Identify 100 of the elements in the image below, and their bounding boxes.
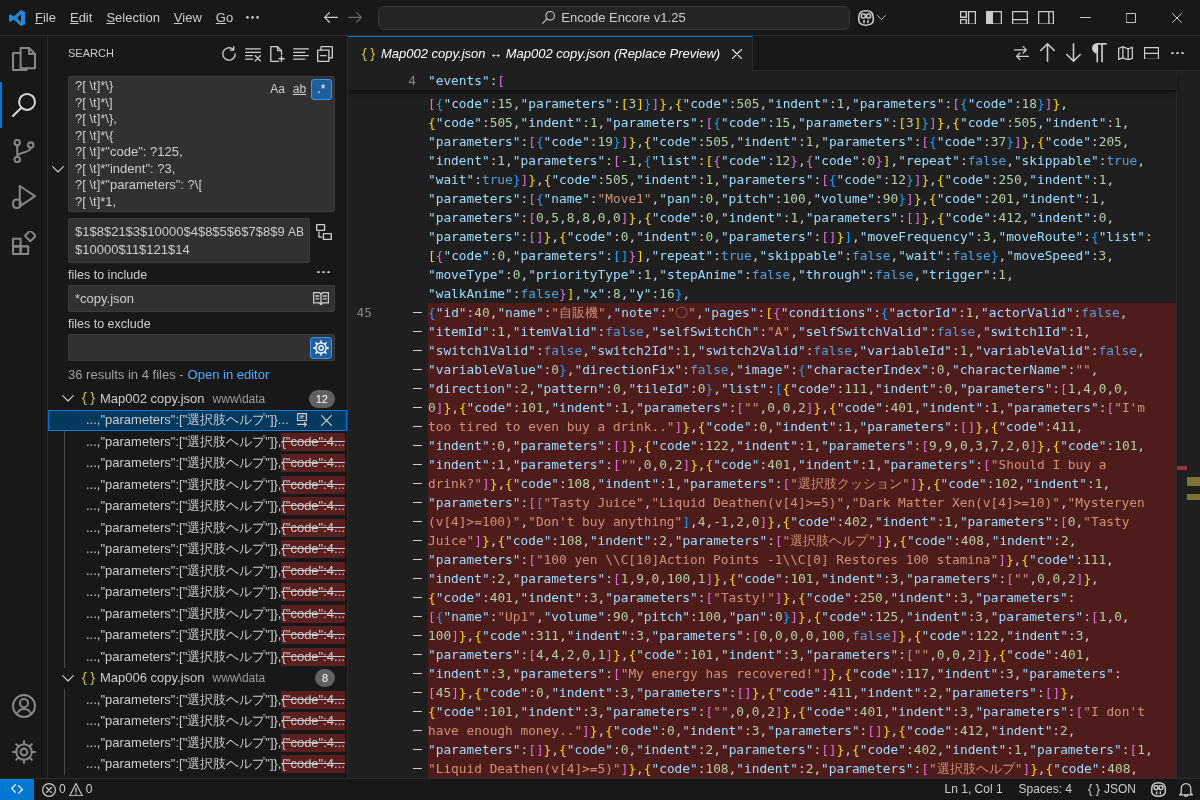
search-result[interactable]: ...,"parameters":["選択肢ヘルプ"]},{"code":4... bbox=[48, 624, 347, 646]
lines-icon[interactable] bbox=[293, 45, 309, 62]
stacked-squares-minus-icon[interactable] bbox=[317, 45, 333, 62]
language-mode-button[interactable]: JSON bbox=[1080, 779, 1144, 800]
warning-triangle-icon[interactable] bbox=[68, 782, 83, 797]
app-logo-icon bbox=[9, 9, 25, 26]
more-icon[interactable] bbox=[1170, 51, 1184, 55]
x-circle-icon[interactable] bbox=[42, 782, 56, 797]
lines-with-x-icon[interactable] bbox=[245, 45, 261, 62]
search-field[interactable]: ?[ \t]*\} ?[ \t]*\] ?[ \t]*\}, ?[ \t]*\{ ?[ \t]*"code": ?125, ?[ \t]*"indent": ?3, ?[ \t]*"parameters": ?\[ ?[ \t]*1, Aa ab .* bbox=[68, 76, 335, 212]
indentation-button[interactable]: Spaces: 4 bbox=[1010, 779, 1080, 800]
bottom-split-panel-icon[interactable] bbox=[1012, 10, 1028, 25]
dash-icon bbox=[413, 521, 422, 522]
file-name[interactable]: Map006 copy.json bbox=[100, 669, 205, 687]
swap-arrows-icon[interactable] bbox=[1013, 45, 1029, 61]
braces-icon bbox=[362, 47, 375, 61]
search-result[interactable]: ...,"parameters":["選択肢ヘルプ"]}... bbox=[48, 409, 347, 431]
robot-face-icon[interactable] bbox=[858, 9, 874, 26]
menu-item[interactable]: Selection bbox=[99, 7, 167, 28]
dash-icon bbox=[413, 445, 422, 446]
search-result[interactable]: ...,"parameters":["選択肢ヘルプ"]},{"code":4... bbox=[48, 431, 347, 453]
code-line: "indent":1,"parameters":[-1,{"list":[{"code":12},{"code":0}],"repeat":false,"skippable":true, bbox=[428, 152, 1146, 170]
dash-icon bbox=[413, 483, 422, 484]
dash-icon bbox=[413, 331, 422, 332]
search-result[interactable]: ...,"parameters":["選択肢ヘルプ"]},{"code":4... bbox=[48, 710, 347, 732]
dash-icon bbox=[413, 749, 422, 750]
dash-icon bbox=[413, 711, 422, 712]
regex-button[interactable]: .* bbox=[311, 79, 332, 100]
braces-icon bbox=[82, 671, 95, 685]
exclude-settings-toggle[interactable] bbox=[310, 336, 332, 359]
dash-icon bbox=[413, 312, 422, 313]
bell-icon[interactable] bbox=[1179, 782, 1193, 797]
search-result[interactable]: ...,"parameters":["選択肢ヘルプ"]},{"code":4... bbox=[48, 646, 347, 668]
match-case-button[interactable]: Aa bbox=[267, 79, 288, 100]
match-count-badge: 8 bbox=[314, 669, 335, 688]
search-result[interactable]: ...,"parameters":["選択肢ヘルプ"]},{"code":4... bbox=[48, 753, 347, 775]
search-result[interactable]: ...,"parameters":["選択肢ヘルプ"]},{"code":4... bbox=[48, 452, 347, 474]
editor-tab[interactable]: Map002 copy.json ↔ Map002 copy.json (Replace Preview) bbox=[348, 36, 754, 71]
settings-icon[interactable] bbox=[11, 740, 36, 764]
chevron-down-icon[interactable] bbox=[62, 674, 74, 682]
search-result[interactable]: ...,"parameters":["選択肢ヘルプ"]},{"code":4... bbox=[48, 538, 347, 560]
search-result[interactable]: ...,"parameters":["選択肢ヘルプ"]},{"code":4... bbox=[48, 517, 347, 539]
cursor-position[interactable]: Ln 1, Col 1 bbox=[936, 779, 1011, 800]
remote-button[interactable] bbox=[0, 779, 34, 800]
search-result[interactable]: ...,"parameters":["選択肢ヘルプ"]},{"code":4... bbox=[48, 581, 347, 603]
chevron-down-icon[interactable] bbox=[62, 395, 74, 403]
warning-count[interactable]: 0 bbox=[85, 781, 93, 798]
more-icon[interactable] bbox=[245, 16, 259, 19]
chevron-down-icon[interactable] bbox=[877, 15, 886, 20]
arrow-right-icon[interactable] bbox=[348, 12, 362, 23]
menu-item[interactable]: View bbox=[166, 7, 209, 28]
arrow-down-icon[interactable] bbox=[1065, 43, 1081, 63]
branch-icon bbox=[11, 139, 36, 163]
minimize-icon[interactable] bbox=[1079, 16, 1091, 19]
menu-item[interactable]: File bbox=[28, 7, 63, 28]
search-result[interactable]: ...,"parameters":["選択肢ヘルプ"]},{"code":4... bbox=[48, 603, 347, 625]
exclude-field[interactable] bbox=[68, 334, 335, 361]
person-icon[interactable] bbox=[11, 694, 36, 718]
pilcrow-icon[interactable] bbox=[1091, 43, 1107, 63]
error-count[interactable]: 0 bbox=[59, 781, 66, 798]
document-plus-icon[interactable] bbox=[269, 45, 285, 62]
close-icon[interactable] bbox=[320, 414, 332, 426]
search-result[interactable]: ...,"parameters":["選択肢ヘルプ"]},{"code":4... bbox=[48, 732, 347, 754]
maximize-icon[interactable] bbox=[1126, 12, 1136, 23]
replaced-text: {"code":4... bbox=[281, 733, 345, 752]
circular-arrow-icon[interactable] bbox=[221, 45, 237, 62]
file-name[interactable]: Map002 copy.json bbox=[100, 389, 205, 408]
menu-item[interactable]: Go bbox=[208, 7, 241, 28]
line-number: 45 bbox=[355, 304, 372, 322]
left-filled-panel-icon[interactable] bbox=[986, 10, 1002, 25]
search-icon bbox=[542, 11, 556, 24]
search-result[interactable]: ...,"parameters":["選択肢ヘルプ"]},{"code":4... bbox=[48, 560, 347, 582]
right-split-panel-icon[interactable] bbox=[1038, 10, 1054, 25]
match-count-badge: 12 bbox=[308, 389, 335, 408]
replaced-text: {"code":4... bbox=[281, 604, 345, 623]
replaced-text: {"code":4... bbox=[281, 755, 345, 773]
search-result[interactable]: ...,"parameters":["選択肢ヘルプ"]},{"code":4... bbox=[48, 495, 347, 517]
search-result[interactable]: ...,"parameters":["選択肢ヘルプ"]},{"code":4... bbox=[48, 474, 347, 496]
menu-item[interactable]: Edit bbox=[62, 7, 100, 28]
command-center[interactable]: Encode Encore v1.25 bbox=[378, 5, 850, 30]
chevron-down-icon[interactable] bbox=[52, 166, 64, 173]
arrow-up-icon[interactable] bbox=[1039, 43, 1055, 63]
robot-face-icon[interactable] bbox=[1150, 782, 1166, 797]
linked-boxes-icon[interactable] bbox=[316, 224, 332, 240]
more-icon[interactable] bbox=[316, 270, 330, 274]
dash-icon bbox=[413, 388, 422, 389]
replace-field[interactable]: $1$8$21$3$10000$4$8$5$6$7$8$9$10000$11$121$14 AB bbox=[68, 218, 310, 263]
map-icon[interactable] bbox=[1117, 45, 1133, 61]
arrow-left-icon[interactable] bbox=[324, 12, 338, 23]
whole-word-button[interactable]: ab bbox=[289, 79, 310, 100]
include-field[interactable]: *copy.json bbox=[68, 285, 335, 312]
close-icon[interactable] bbox=[1172, 12, 1182, 23]
search-icon bbox=[11, 93, 36, 117]
screen-arrow-icon[interactable] bbox=[295, 413, 309, 428]
squares-icon bbox=[11, 231, 36, 255]
dash-icon bbox=[413, 597, 422, 598]
preserve-case-button[interactable]: AB bbox=[285, 222, 307, 243]
open-in-editor-link[interactable]: Open in editor bbox=[187, 365, 270, 384]
layout-grid-icon[interactable] bbox=[960, 10, 976, 25]
search-result[interactable]: ...,"parameters":["選択肢ヘルプ"]},{"code":4... bbox=[48, 689, 347, 711]
